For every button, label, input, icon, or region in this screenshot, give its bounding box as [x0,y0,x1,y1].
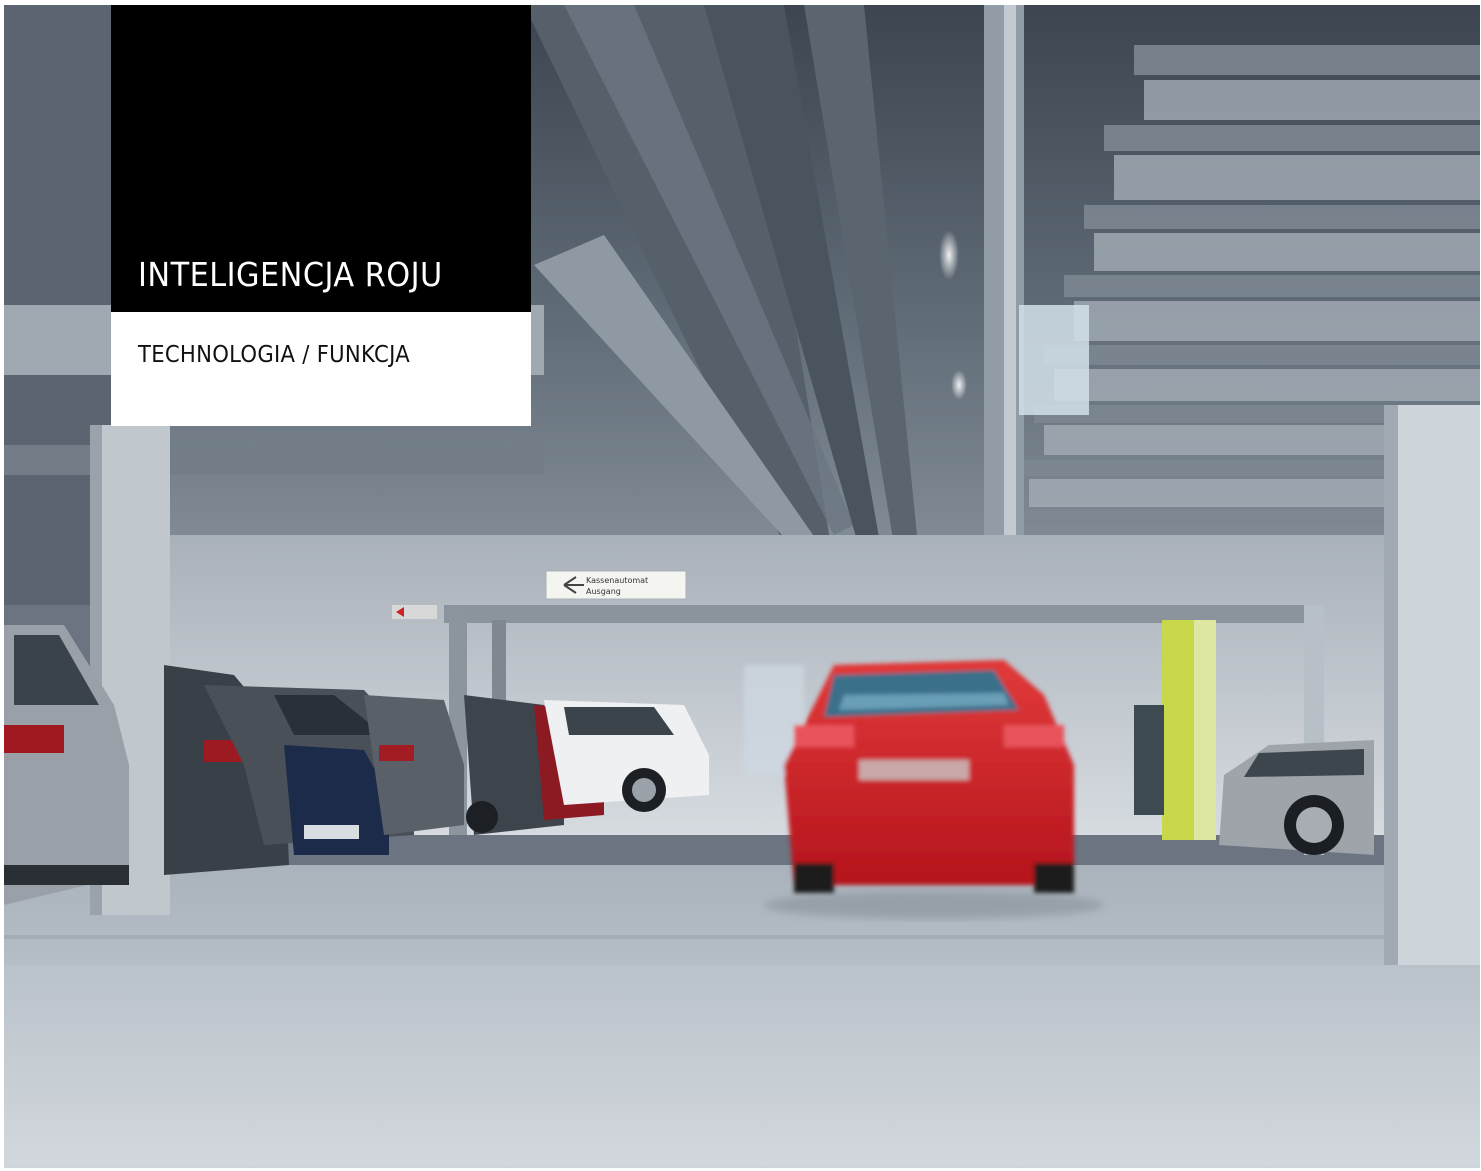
page-title: INTELIGENCJA ROJU [138,255,443,294]
title-card-dark-panel: INTELIGENCJA ROJU [111,5,531,312]
exit-sign-line2: Ausgang [586,587,621,596]
exit-sign-line1: Kassenautomat [586,576,648,585]
title-card: INTELIGENCJA ROJU TECHNOLOGIA / FUNKCJA [111,5,531,426]
page-subtitle: TECHNOLOGIA / FUNKCJA [138,342,410,368]
title-card-light-panel: TECHNOLOGIA / FUNKCJA [111,312,531,426]
